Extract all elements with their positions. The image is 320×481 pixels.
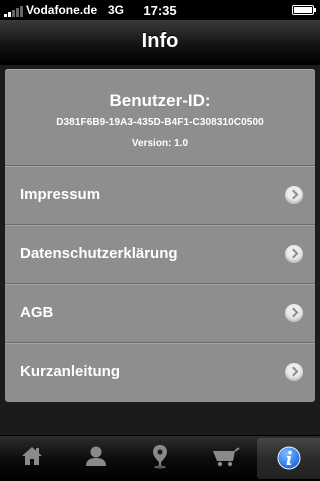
info-panel: Benutzer-ID: D381F6B9-19A3-435D-B4F1-C30… [5,69,315,402]
battery-icon [292,5,316,15]
info-header: Benutzer-ID: D381F6B9-19A3-435D-B4F1-C30… [5,69,315,165]
chevron-right-icon [285,304,303,322]
menu-item-label: Kurzanleitung [20,363,120,380]
tab-location[interactable] [128,436,192,481]
tab-cart[interactable] [192,436,256,481]
chevron-right-icon [285,245,303,263]
user-id-label: Benutzer-ID: [109,91,211,110]
tab-profile[interactable] [64,436,128,481]
menu-item-impressum[interactable]: Impressum [5,165,315,224]
chevron-right-icon [285,363,303,381]
navigation-bar: Info [0,20,320,65]
menu-item-datenschutzerklaerung[interactable]: Datenschutzerklärung [5,224,315,283]
status-time: 17:35 [143,3,177,18]
menu-item-label: Impressum [20,186,101,203]
person-icon [86,446,106,466]
page-title: Info [141,30,179,52]
home-icon [22,447,42,465]
status-bar: Vodafone.de 3G 17:35 [0,0,320,20]
tab-info[interactable] [257,438,320,479]
menu-item-kurzanleitung[interactable]: Kurzanleitung [5,342,315,401]
user-id-value: D381F6B9-19A3-435D-B4F1-C308310C0500 [56,117,264,128]
menu-item-label: AGB [20,304,54,321]
info-icon [277,446,301,470]
menu-item-label: Datenschutzerklärung [20,245,178,262]
chevron-right-icon [285,186,303,204]
tab-home[interactable] [0,436,64,481]
content-area: Benutzer-ID: D381F6B9-19A3-435D-B4F1-C30… [0,65,320,435]
location-pin-icon [153,445,167,469]
tab-bar [0,435,320,481]
version-text: Version: 1.0 [131,138,189,149]
cart-icon [213,447,240,467]
menu-item-agb[interactable]: AGB [5,283,315,342]
